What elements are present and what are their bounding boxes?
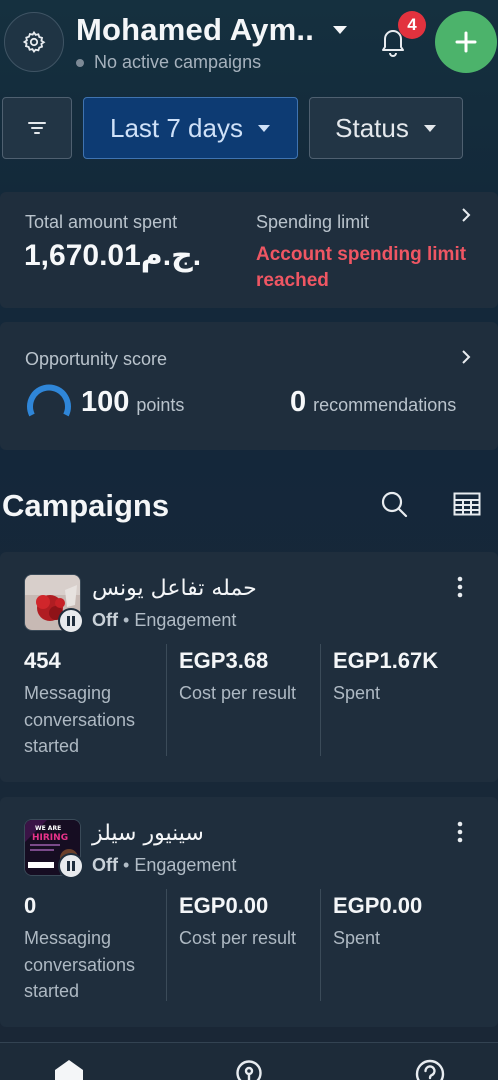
thumb-text-top: WE ARE — [35, 825, 61, 832]
metric-value: EGP1.67K — [333, 648, 439, 673]
account-name[interactable]: Mohamed Aym.. — [76, 12, 314, 48]
campaign-status-line: Off • Engagement — [92, 855, 236, 876]
opportunity-score-card[interactable]: Opportunity score 100 points 0 recommend… — [0, 322, 498, 450]
date-range-label: Last 7 days — [110, 112, 243, 143]
more-options-icon[interactable] — [452, 576, 468, 598]
campaign-name[interactable]: حمله تفاعل يونس — [92, 576, 257, 601]
score-ring-icon — [27, 384, 71, 417]
metric-value: 454 — [24, 648, 61, 673]
campaign-objective: Engagement — [134, 855, 237, 875]
campaign-name[interactable]: سينيور سيلز — [92, 821, 204, 846]
thumb-text-main: HIRING — [32, 833, 68, 843]
pause-icon — [58, 853, 84, 879]
opportunity-score-label: Opportunity score — [25, 349, 168, 369]
status-dropdown[interactable]: Status — [309, 97, 463, 159]
account-status-text: No active campaigns — [94, 52, 262, 72]
pause-icon — [58, 608, 84, 634]
metric-results: 454 Messaging conversations started — [24, 648, 159, 760]
campaign-state: Off — [92, 610, 118, 630]
divider — [320, 889, 321, 1001]
recommendations-label: recommendations — [313, 395, 457, 415]
metric-cost-per-result: EGP0.00 Cost per result — [179, 893, 314, 952]
metric-label: Spent — [333, 683, 381, 703]
metric-label: Cost per result — [179, 683, 297, 703]
campaign-objective: Engagement — [134, 610, 237, 630]
score-value-group: 100 points — [81, 386, 184, 419]
divider — [166, 644, 167, 756]
more-options-icon[interactable] — [452, 821, 468, 843]
chevron-down-icon — [423, 124, 436, 132]
settings-button[interactable] — [4, 12, 64, 72]
spending-summary-card[interactable]: Total amount spent 1,670.01ج.م. Spending… — [0, 192, 498, 308]
spending-limit-label: Spending limit — [256, 212, 370, 232]
metric-value: EGP0.00 — [179, 893, 269, 918]
notification-badge: 4 — [398, 11, 426, 39]
campaign-card[interactable]: WE ARE HIRING سينيور سيلز Off • Engageme… — [0, 797, 498, 1027]
metric-value: EGP0.00 — [333, 893, 423, 918]
metric-results: 0 Messaging conversations started — [24, 893, 159, 1005]
chevron-down-icon — [257, 124, 270, 132]
status-dot — [76, 58, 84, 67]
recommendations-group: 0 recommendations — [290, 386, 456, 419]
location-pin-icon[interactable] — [234, 1059, 264, 1080]
create-button[interactable] — [435, 11, 497, 73]
campaigns-title: Campaigns — [2, 488, 170, 523]
chevron-right-icon[interactable] — [461, 208, 471, 222]
metric-label: Messaging conversations started — [24, 928, 136, 1001]
gear-icon — [22, 30, 46, 53]
campaign-status-line: Off • Engagement — [92, 610, 236, 631]
date-range-dropdown[interactable]: Last 7 days — [83, 97, 298, 159]
campaign-card[interactable]: حمله تفاعل يونس Off • Engagement 454 Mes… — [0, 552, 498, 782]
campaign-state: Off — [92, 855, 118, 875]
help-icon[interactable] — [414, 1059, 446, 1080]
account-status: No active campaigns — [76, 52, 261, 73]
recommendations-count: 0 — [290, 386, 307, 418]
metric-spent: EGP1.67K Spent — [333, 648, 483, 707]
chevron-down-icon[interactable] — [331, 24, 349, 36]
score-unit: points — [136, 395, 185, 415]
separator-dot: • — [123, 610, 135, 630]
search-icon[interactable] — [380, 490, 408, 518]
divider — [320, 644, 321, 756]
home-icon[interactable] — [52, 1059, 86, 1080]
separator-dot: • — [123, 855, 135, 875]
plus-icon — [455, 31, 477, 53]
chevron-right-icon[interactable] — [461, 350, 471, 364]
metric-label: Spent — [333, 928, 381, 948]
score-value: 100 — [81, 386, 130, 418]
filter-button[interactable] — [2, 97, 72, 159]
filter-bar: Last 7 days Status — [0, 97, 498, 159]
metric-spent: EGP0.00 Spent — [333, 893, 483, 952]
metric-value: 0 — [24, 893, 37, 918]
spending-limit-warning: Account spending limit reached — [256, 244, 467, 291]
total-spent-value: 1,670.01ج.م. — [24, 239, 202, 272]
top-header: Mohamed Aym.. No active campaigns 4 — [0, 0, 498, 90]
status-label: Status — [335, 112, 409, 143]
metric-label: Cost per result — [179, 928, 297, 948]
total-spent-label: Total amount spent — [25, 212, 178, 232]
bottom-navigation — [0, 1042, 498, 1080]
filter-icon — [28, 122, 46, 134]
metric-value: EGP3.68 — [179, 648, 269, 673]
table-view-icon[interactable] — [453, 492, 481, 516]
metric-cost-per-result: EGP3.68 Cost per result — [179, 648, 314, 707]
divider — [166, 889, 167, 1001]
metric-label: Messaging conversations started — [24, 683, 136, 756]
